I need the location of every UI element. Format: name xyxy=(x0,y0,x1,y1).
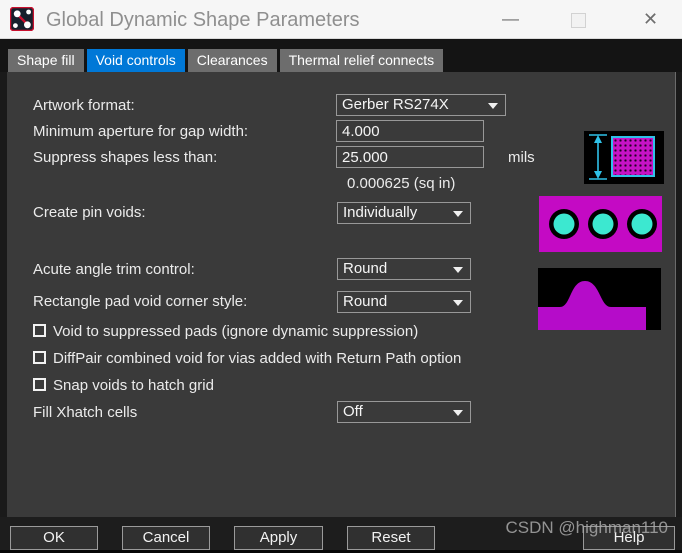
tab-shape-fill[interactable]: Shape fill xyxy=(8,49,84,72)
acute-trim-value: Round xyxy=(343,260,387,277)
artwork-format-dropdown[interactable]: Gerber RS274X xyxy=(336,94,506,116)
reset-button[interactable]: Reset xyxy=(347,526,435,550)
mils-unit-label: mils xyxy=(508,149,535,166)
stippled-pad-icon xyxy=(611,136,655,177)
min-aperture-label: Minimum aperture for gap width: xyxy=(33,123,248,140)
void-suppressed-pads-label[interactable]: Void to suppressed pads (ignore dynamic … xyxy=(53,323,418,340)
gap-width-illustration xyxy=(584,131,664,184)
pin-voids-illustration xyxy=(539,196,662,252)
void-controls-panel: Artwork format: Gerber RS274X Minimum ap… xyxy=(7,72,676,517)
create-pin-voids-label: Create pin voids: xyxy=(33,204,146,221)
area-note-label: 0.000625 (sq in) xyxy=(347,175,455,192)
fill-xhatch-label: Fill Xhatch cells xyxy=(33,404,137,421)
chevron-down-icon xyxy=(453,410,463,416)
tab-thermal-relief-connects[interactable]: Thermal relief connects xyxy=(280,49,444,72)
minimize-button[interactable]: — xyxy=(488,0,533,38)
create-pin-voids-dropdown[interactable]: Individually xyxy=(337,202,471,224)
acute-trim-dropdown[interactable]: Round xyxy=(337,258,471,280)
chevron-down-icon xyxy=(453,211,463,217)
title-bar: Global Dynamic Shape Parameters — ✕ xyxy=(0,0,682,39)
artwork-format-label: Artwork format: xyxy=(33,97,135,114)
fill-xhatch-value: Off xyxy=(343,403,363,420)
rect-corner-dropdown[interactable]: Round xyxy=(337,291,471,313)
app-icon xyxy=(10,7,34,31)
chevron-down-icon xyxy=(488,103,498,109)
fill-xhatch-dropdown[interactable]: Off xyxy=(337,401,471,423)
window-title: Global Dynamic Shape Parameters xyxy=(46,0,359,38)
snap-voids-hatch-grid-checkbox[interactable] xyxy=(33,378,46,391)
rect-corner-value: Round xyxy=(343,293,387,310)
rect-corner-label: Rectangle pad void corner style: xyxy=(33,293,247,310)
tab-clearances[interactable]: Clearances xyxy=(188,49,277,72)
suppress-shapes-label: Suppress shapes less than: xyxy=(33,149,217,166)
button-bar xyxy=(0,517,682,550)
suppress-shapes-input[interactable] xyxy=(336,146,484,168)
chevron-down-icon xyxy=(453,300,463,306)
tab-strip: Shape fill Void controls Clearances Ther… xyxy=(0,39,682,72)
close-button[interactable]: ✕ xyxy=(628,0,673,38)
diffpair-combined-void-checkbox[interactable] xyxy=(33,351,46,364)
diffpair-combined-void-label[interactable]: DiffPair combined void for vias added wi… xyxy=(53,350,461,367)
tab-void-controls[interactable]: Void controls xyxy=(87,49,185,72)
create-pin-voids-value: Individually xyxy=(343,204,417,221)
acute-trim-label: Acute angle trim control: xyxy=(33,261,195,278)
min-aperture-input[interactable] xyxy=(336,120,484,142)
maximize-button[interactable] xyxy=(571,13,586,28)
chevron-down-icon xyxy=(453,267,463,273)
snap-voids-hatch-grid-label[interactable]: Snap voids to hatch grid xyxy=(53,377,214,394)
void-suppressed-pads-checkbox[interactable] xyxy=(33,324,46,337)
apply-button[interactable]: Apply xyxy=(234,526,323,550)
artwork-format-value: Gerber RS274X xyxy=(342,96,449,113)
cancel-button[interactable]: Cancel xyxy=(122,526,210,550)
help-button[interactable]: Help xyxy=(583,526,675,550)
ok-button[interactable]: OK xyxy=(10,526,98,550)
round-trim-illustration xyxy=(538,268,661,330)
